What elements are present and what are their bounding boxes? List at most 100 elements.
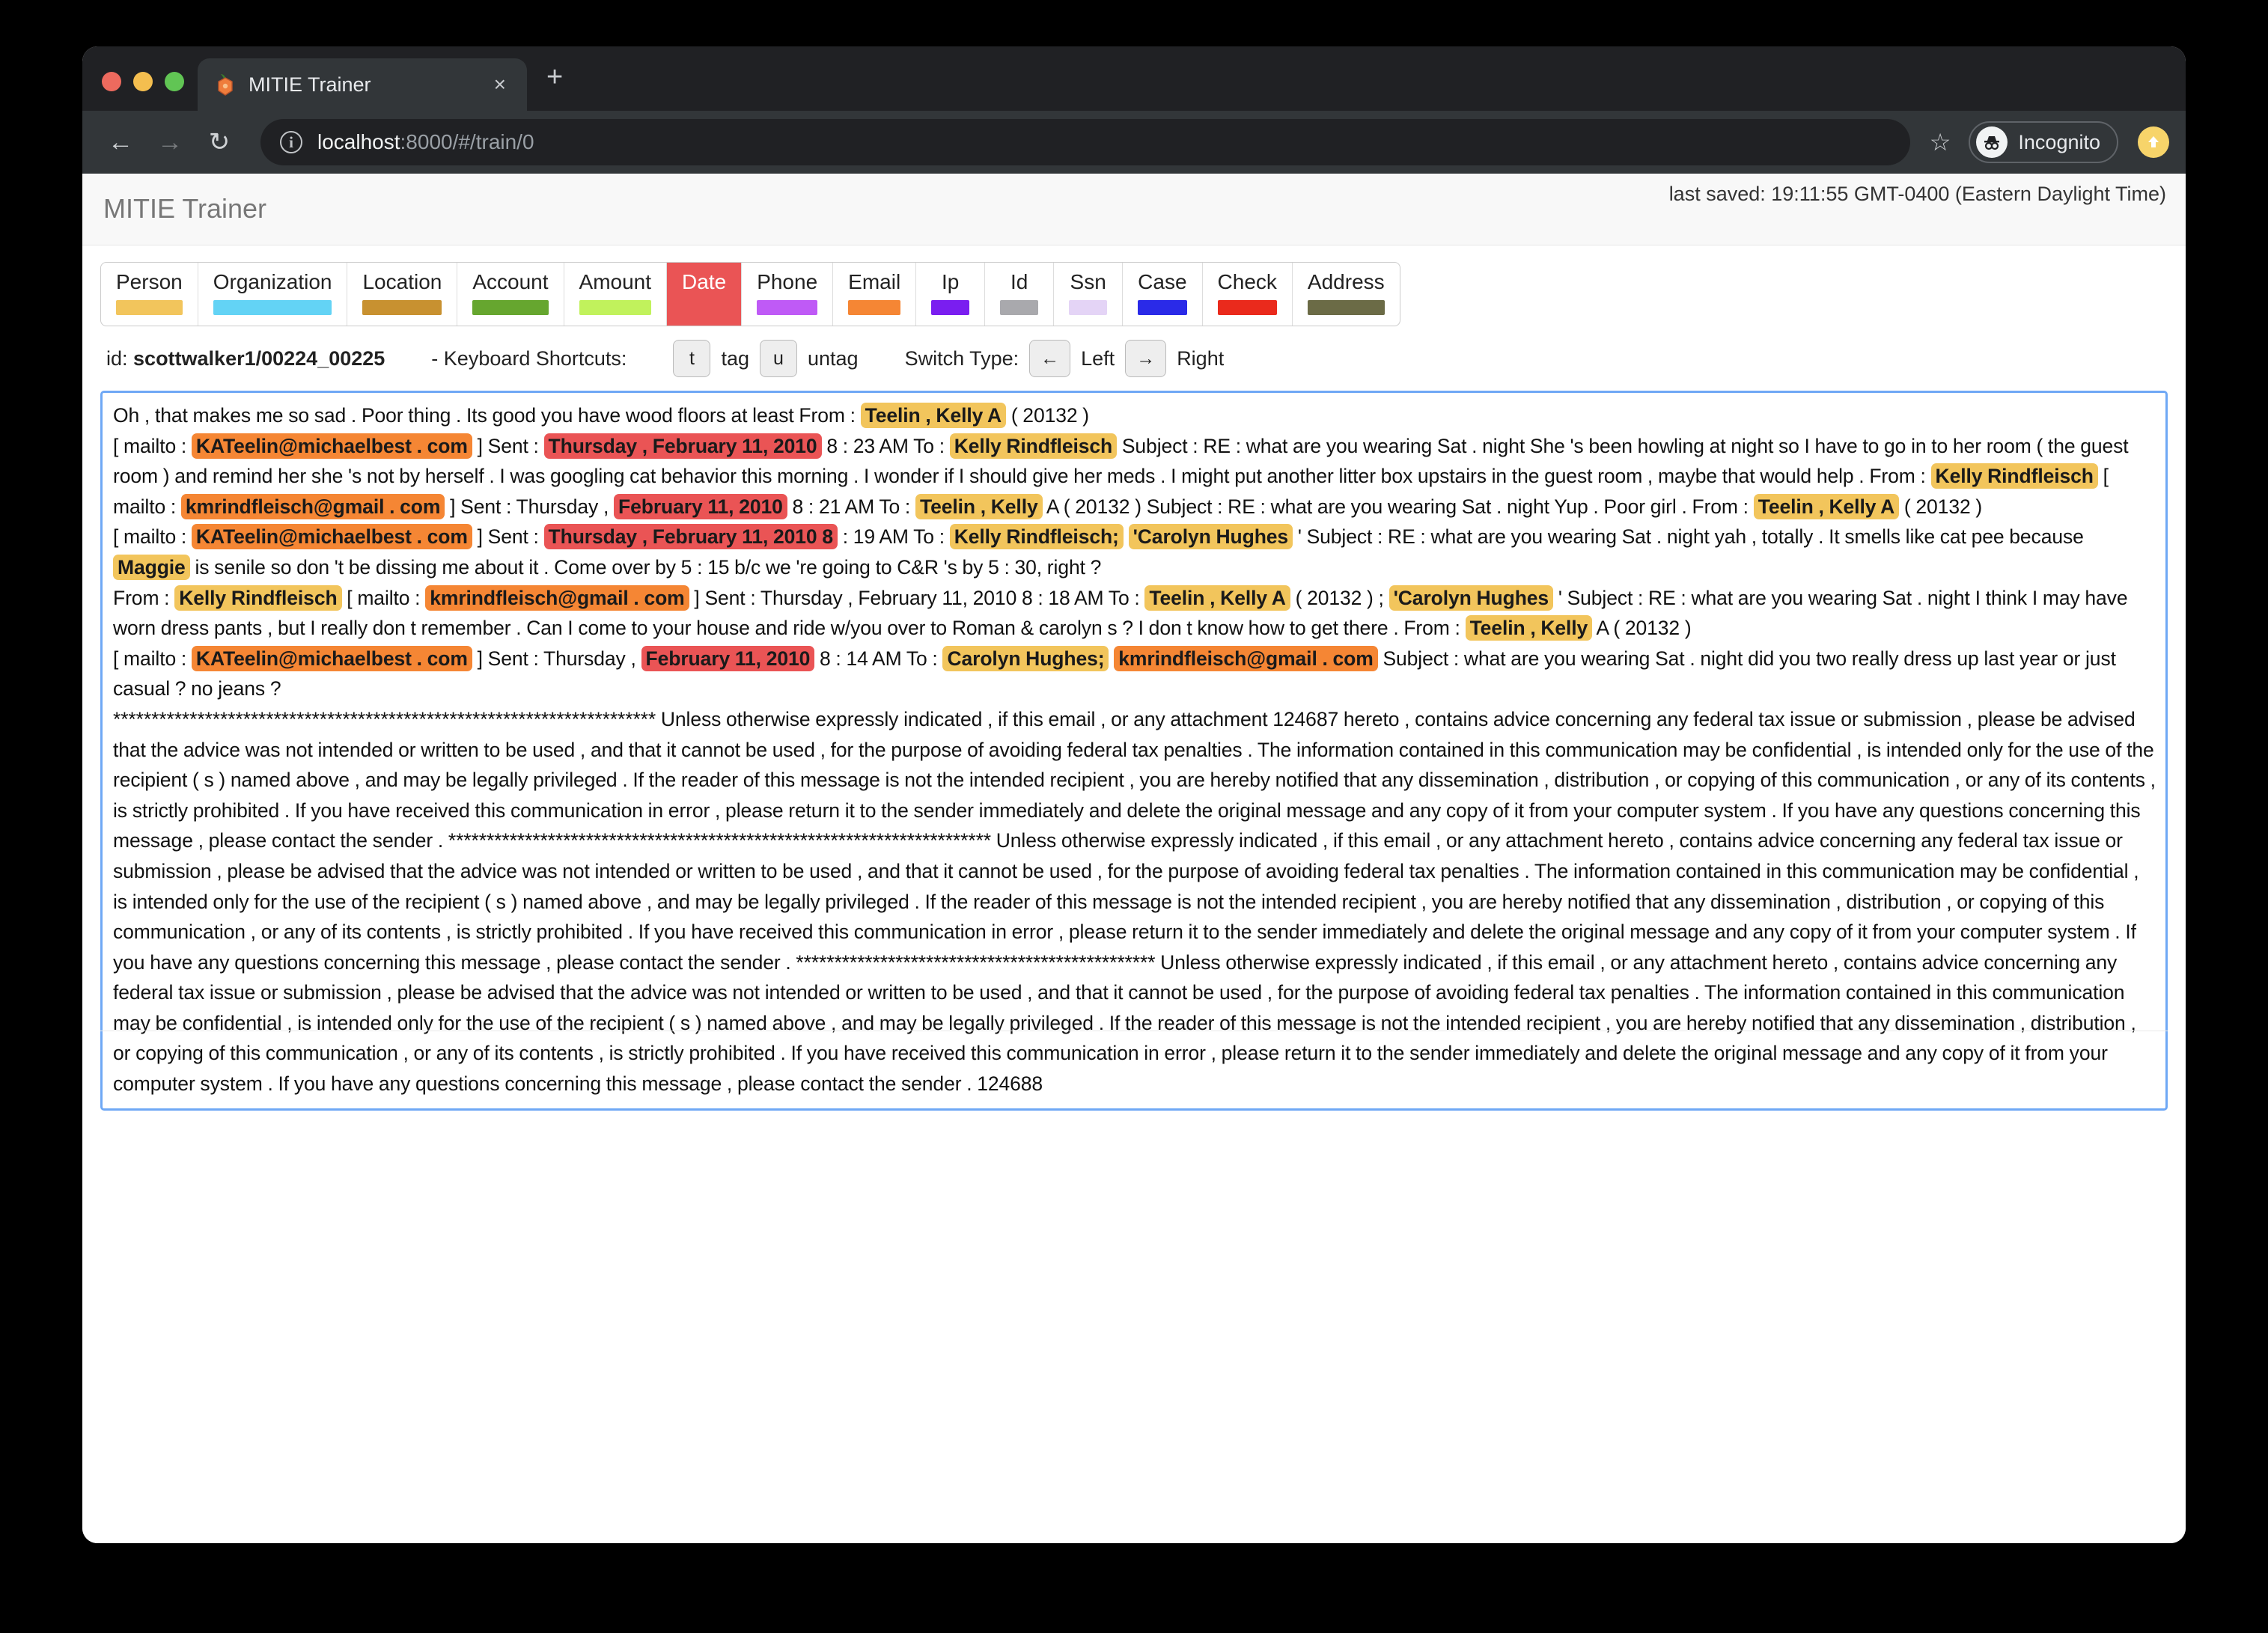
entity-person[interactable]: 'Carolyn Hughes bbox=[1389, 585, 1554, 611]
plain-text-token[interactable]: : 19 AM To : bbox=[838, 525, 950, 548]
tag-type-ssn-button[interactable]: Ssn bbox=[1054, 263, 1123, 326]
entity-person[interactable]: Teelin , Kelly bbox=[915, 494, 1043, 519]
reload-icon[interactable]: ↻ bbox=[198, 120, 241, 164]
tag-key-badge[interactable]: t bbox=[673, 340, 710, 377]
untag-key-badge[interactable]: u bbox=[760, 340, 797, 377]
plain-text-token[interactable] bbox=[1124, 525, 1129, 548]
new-tab-icon[interactable]: + bbox=[527, 63, 563, 111]
plain-text-token[interactable]: ] Sent : bbox=[472, 525, 544, 548]
shortcut-toolbar: id: scottwalker1/00224_00225 - Keyboard … bbox=[82, 326, 2186, 388]
tag-color-swatch bbox=[472, 300, 548, 315]
tag-type-label: Email bbox=[848, 270, 900, 294]
minimize-window-button[interactable] bbox=[133, 72, 153, 91]
right-key-badge[interactable]: → bbox=[1125, 340, 1166, 377]
plain-text-token[interactable]: ] Sent : Thursday , bbox=[472, 647, 641, 670]
bookmark-star-icon[interactable]: ☆ bbox=[1930, 128, 1951, 156]
window-traffic-lights bbox=[82, 72, 198, 111]
plain-text-token[interactable]: Oh , that makes me so sad . Poor thing .… bbox=[113, 404, 861, 427]
tag-type-label: Amount bbox=[579, 270, 652, 294]
mitie-logo-icon bbox=[214, 73, 237, 97]
plain-text-token[interactable]: ] Sent : Thursday , bbox=[445, 495, 614, 518]
left-label: Left bbox=[1081, 347, 1115, 370]
tag-type-label: Id bbox=[1000, 270, 1038, 294]
close-window-button[interactable] bbox=[102, 72, 121, 91]
address-bar[interactable]: i localhost:8000/#/train/0 bbox=[260, 119, 1910, 165]
plain-text-token[interactable]: ' Subject : RE : what are you wearing Sa… bbox=[1293, 525, 2088, 548]
entity-email[interactable]: kmrindfleisch@gmail . com bbox=[1114, 646, 1377, 671]
entity-person[interactable]: Teelin , Kelly A bbox=[1144, 585, 1290, 611]
tag-type-label: Address bbox=[1308, 270, 1385, 294]
tag-color-swatch bbox=[931, 300, 969, 315]
tag-type-label: Organization bbox=[213, 270, 332, 294]
tag-type-email-button[interactable]: Email bbox=[833, 263, 916, 326]
tag-type-id-button[interactable]: Id bbox=[985, 263, 1054, 326]
plain-text-token[interactable]: ] Sent : Thursday , February 11, 2010 8 … bbox=[689, 587, 1145, 609]
tag-type-person-button[interactable]: Person bbox=[101, 263, 198, 326]
document-id-value: scottwalker1/00224_00225 bbox=[133, 347, 385, 370]
tag-color-swatch bbox=[757, 300, 817, 315]
entity-date[interactable]: February 11, 2010 bbox=[641, 646, 815, 671]
entity-email[interactable]: kmrindfleisch@gmail . com bbox=[181, 494, 445, 519]
plain-text-token[interactable]: 8 : 21 AM To : bbox=[787, 495, 915, 518]
tag-type-case-button[interactable]: Case bbox=[1123, 263, 1202, 326]
tag-type-organization-button[interactable]: Organization bbox=[198, 263, 348, 326]
tag-color-swatch bbox=[579, 300, 652, 315]
profile-avatar[interactable] bbox=[2138, 126, 2169, 158]
entity-person[interactable]: Maggie bbox=[113, 555, 190, 580]
annotation-text-area[interactable]: Oh , that makes me so sad . Poor thing .… bbox=[100, 391, 2168, 1111]
document-id: id: scottwalker1/00224_00225 bbox=[106, 347, 385, 370]
incognito-indicator[interactable]: Incognito bbox=[1969, 121, 2118, 163]
tag-type-phone-button[interactable]: Phone bbox=[742, 263, 833, 326]
plain-text-token[interactable]: 8 : 23 AM To : bbox=[822, 435, 950, 457]
site-info-icon[interactable]: i bbox=[280, 131, 302, 153]
tag-type-toolbar: Person Organization LocationAccount Amount D… bbox=[100, 262, 1400, 326]
entity-person[interactable]: 'Carolyn Hughes bbox=[1129, 524, 1293, 549]
url-path: :8000/#/train/0 bbox=[400, 130, 534, 153]
tag-color-swatch bbox=[1308, 300, 1385, 315]
address-bar-url: localhost:8000/#/train/0 bbox=[317, 130, 534, 154]
close-tab-icon[interactable]: × bbox=[485, 70, 515, 100]
browser-tab[interactable]: MITIE Trainer × bbox=[198, 58, 527, 111]
entity-email[interactable]: kmrindfleisch@gmail . com bbox=[425, 585, 689, 611]
entity-person[interactable]: Kelly Rindfleisch bbox=[174, 585, 341, 611]
tag-type-check-button[interactable]: Check bbox=[1203, 263, 1293, 326]
tag-type-date-button[interactable]: Date bbox=[667, 263, 742, 326]
tag-type-account-button[interactable]: Account bbox=[457, 263, 564, 326]
entity-date[interactable]: Thursday , February 11, 2010 bbox=[544, 433, 822, 459]
back-icon[interactable]: ← bbox=[99, 120, 142, 164]
maximize-window-button[interactable] bbox=[165, 72, 184, 91]
entity-person[interactable]: Kelly Rindfleisch; bbox=[950, 524, 1124, 549]
untag-action-label: untag bbox=[808, 347, 859, 370]
entity-person[interactable]: Teelin , Kelly A bbox=[861, 403, 1006, 428]
tag-color-swatch bbox=[362, 300, 442, 315]
tag-type-address-button[interactable]: Address bbox=[1293, 263, 1400, 326]
right-label: Right bbox=[1177, 347, 1224, 370]
incognito-label: Incognito bbox=[2018, 131, 2100, 154]
tag-type-label: Check bbox=[1218, 270, 1277, 294]
entity-person[interactable]: Carolyn Hughes; bbox=[942, 646, 1109, 671]
entity-person[interactable]: Kelly Rindfleisch bbox=[950, 433, 1117, 459]
entity-email[interactable]: KATeelin@michaelbest . com bbox=[192, 433, 472, 459]
entity-person[interactable]: Teelin , Kelly bbox=[1466, 615, 1593, 641]
plain-text-token[interactable]: [ mailto : bbox=[342, 587, 426, 609]
plain-text-token[interactable]: A ( 20132 ) Subject : RE : what are you … bbox=[1043, 495, 1754, 518]
tag-type-ip-button[interactable]: Ip bbox=[916, 263, 985, 326]
plain-text-token[interactable]: Subject : what are you wearing Sat . nig… bbox=[113, 647, 2161, 1095]
entity-date[interactable]: February 11, 2010 bbox=[614, 494, 787, 519]
tag-color-swatch bbox=[213, 300, 332, 315]
plain-text-token[interactable]: 8 : 14 AM To : bbox=[814, 647, 942, 670]
plain-text-token[interactable]: ] Sent : bbox=[472, 435, 544, 457]
entity-person[interactable]: Teelin , Kelly A bbox=[1754, 494, 1899, 519]
entity-date[interactable]: Thursday , February 11, 2010 8 bbox=[544, 524, 838, 549]
entity-person[interactable]: Kelly Rindfleisch bbox=[1931, 463, 2098, 489]
browser-window: MITIE Trainer × + ← → ↻ i localhost:8000… bbox=[82, 46, 2186, 1543]
left-key-badge[interactable]: ← bbox=[1029, 340, 1070, 377]
plain-text-token[interactable]: ( 20132 ) ; bbox=[1290, 587, 1389, 609]
forward-icon[interactable]: → bbox=[148, 120, 192, 164]
tag-type-location-button[interactable]: Location bbox=[347, 263, 457, 326]
entity-email[interactable]: KATeelin@michaelbest . com bbox=[192, 524, 472, 549]
tag-color-swatch bbox=[116, 300, 183, 315]
entity-email[interactable]: KATeelin@michaelbest . com bbox=[192, 646, 472, 671]
incognito-icon bbox=[1976, 126, 2008, 158]
tag-type-amount-button[interactable]: Amount bbox=[564, 263, 668, 326]
